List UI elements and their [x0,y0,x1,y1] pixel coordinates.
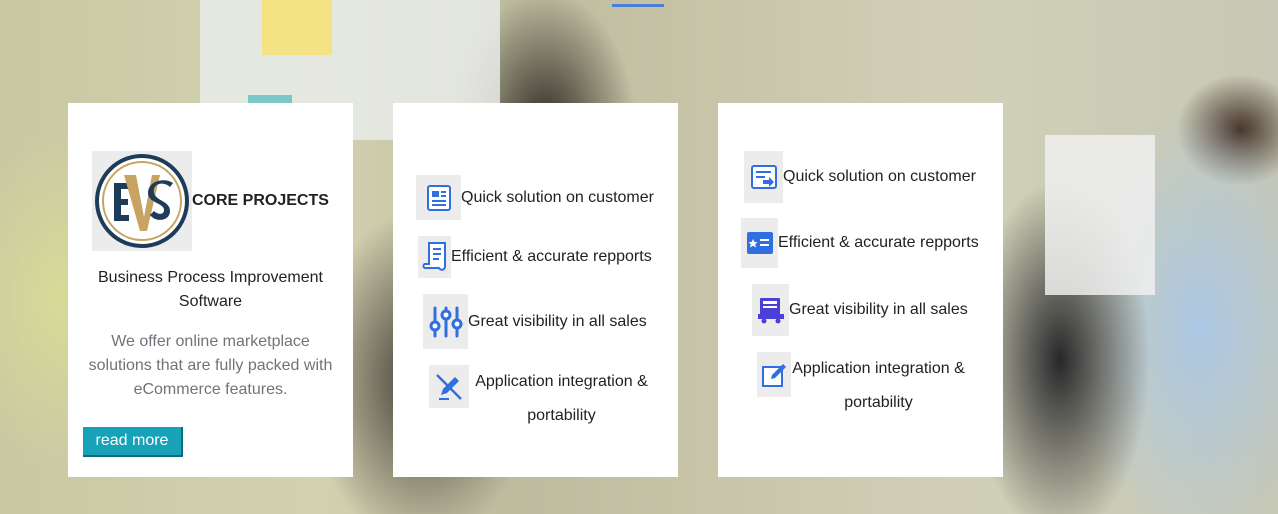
feature-label: Efficient & accurate repports [778,234,979,251]
evs-logo [92,151,192,251]
delivery-truck-icon [752,284,789,336]
wall-paper [1045,135,1155,295]
card-description: We offer online marketplace solutions th… [88,333,333,398]
feature-label: Quick solution on customer [783,168,976,185]
feature-row: Great visibility in all sales [423,294,647,349]
features-card-1: Quick solution on customer Efficient & a… [393,103,678,477]
feature-row: Efficient & accurate repports [418,236,652,278]
read-more-button[interactable]: read more [83,427,183,457]
scroll-icon [418,236,451,278]
feature-row: Application integration & portability [429,365,654,433]
nav-active-indicator [612,4,664,7]
list-card-icon [741,218,778,268]
sliders-icon [423,294,468,349]
feature-label: Application integration & portability [792,360,965,411]
feature-label: Great visibility in all sales [468,312,647,330]
feature-row: Quick solution on customer [416,175,654,220]
feature-label: Quick solution on customer [461,188,654,206]
card-subtitle: Business Process Improvement Software [98,269,323,310]
feature-row: Efficient & accurate repports [741,218,979,268]
feature-label: Efficient & accurate repports [451,248,652,265]
feature-label: Great visibility in all sales [789,301,968,318]
document-icon [416,175,461,220]
edit-off-icon [429,365,469,408]
form-icon [744,151,783,203]
features-card-2: Quick solution on customer Efficient & a… [718,103,1003,477]
feature-row: Great visibility in all sales [752,284,968,336]
brand-name: CORE PROJECTS [192,192,329,209]
feature-row: Application integration & portability [757,352,966,420]
feature-label: Application integration & portability [475,373,648,424]
brand: CORE PROJECTS [92,151,329,251]
sticky-note [262,0,332,55]
edit-icon [757,352,791,397]
feature-row: Quick solution on customer [744,151,976,203]
core-projects-card: CORE PROJECTS Business Process Improveme… [68,103,353,477]
